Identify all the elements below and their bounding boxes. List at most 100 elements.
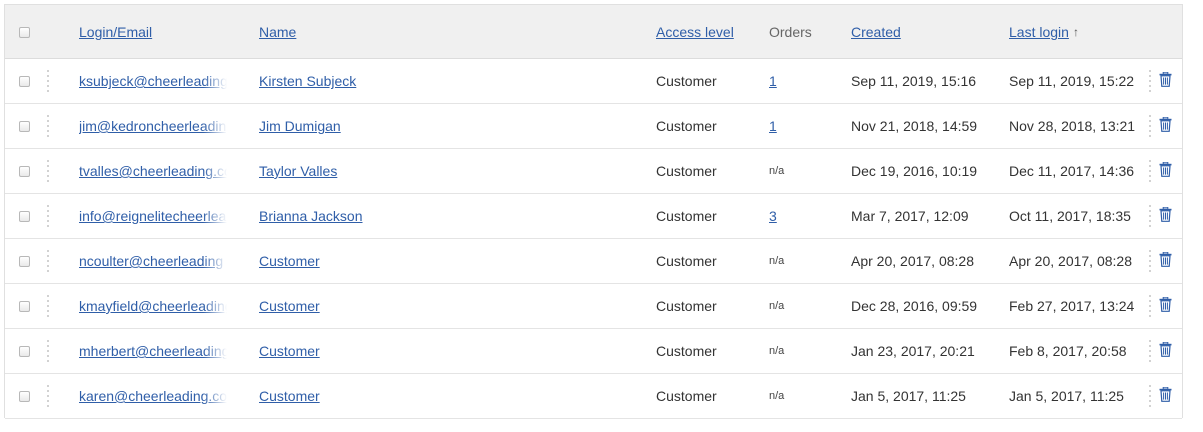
table-row: mherbert@cheerleading Customer Customer n/a… <box>5 329 1182 374</box>
row-checkbox[interactable] <box>19 300 30 312</box>
header-created-label[interactable]: Created <box>851 24 901 40</box>
row-menu-icon[interactable] <box>1148 115 1151 137</box>
header-login-label[interactable]: Login/Email <box>79 24 152 40</box>
name-cell: Customer <box>259 239 320 283</box>
access-level-value: Customer <box>656 253 717 269</box>
orders-link[interactable]: 3 <box>769 208 777 224</box>
row-menu-icon[interactable] <box>1148 295 1151 317</box>
name-link[interactable]: Jim Dumigan <box>259 118 341 134</box>
name-cell: Brianna Jackson <box>259 194 363 238</box>
table-row: ksubjeck@cheerleading Kirsten Subjeck Cust… <box>5 59 1182 104</box>
row-select-cell <box>19 59 30 103</box>
orders-link[interactable]: 1 <box>769 73 777 89</box>
row-handle-cell <box>46 374 49 418</box>
header-name[interactable]: Name <box>259 5 296 59</box>
login-link[interactable]: ksubjeck@cheerleading <box>79 73 227 89</box>
name-link[interactable]: Taylor Valles <box>259 163 337 179</box>
row-menu-icon[interactable] <box>1148 340 1151 362</box>
drag-handle-icon[interactable] <box>46 250 49 272</box>
row-select-cell <box>19 329 30 373</box>
header-last-login[interactable]: Last login ↑ <box>1009 5 1079 59</box>
name-link[interactable]: Customer <box>259 253 320 269</box>
orders-link[interactable]: 1 <box>769 118 777 134</box>
name-link[interactable]: Brianna Jackson <box>259 208 363 224</box>
created-cell: Dec 19, 2016, 10:19 <box>851 149 977 193</box>
created-value: Sep 11, 2019, 15:16 <box>851 73 977 89</box>
trash-icon[interactable] <box>1159 71 1172 90</box>
access-level-cell: Customer <box>656 284 717 328</box>
access-level-value: Customer <box>656 73 717 89</box>
header-access-level-label[interactable]: Access level <box>656 24 734 40</box>
access-level-cell: Customer <box>656 194 717 238</box>
drag-handle-icon[interactable] <box>46 70 49 92</box>
row-checkbox[interactable] <box>19 75 30 87</box>
row-checkbox[interactable] <box>19 120 30 132</box>
delete-cell <box>1159 329 1172 373</box>
login-link[interactable]: kmayfield@cheerleading <box>79 298 227 314</box>
table-header: Login/Email Name Access level Orders Cre… <box>5 5 1182 59</box>
users-table: Login/Email Name Access level Orders Cre… <box>4 4 1183 419</box>
created-value: Mar 7, 2017, 12:09 <box>851 208 969 224</box>
row-actions-handle-cell <box>1148 59 1151 103</box>
row-menu-icon[interactable] <box>1148 385 1151 407</box>
row-menu-icon[interactable] <box>1148 205 1151 227</box>
login-cell: ncoulter@cheerleading <box>79 239 227 283</box>
row-checkbox[interactable] <box>19 255 30 267</box>
last-login-cell: Oct 11, 2017, 18:35 <box>1009 194 1131 238</box>
select-all-cell <box>19 5 30 59</box>
header-name-label[interactable]: Name <box>259 24 296 40</box>
created-cell: Dec 28, 2016, 09:59 <box>851 284 977 328</box>
access-level-value: Customer <box>656 298 717 314</box>
login-link[interactable]: mherbert@cheerleading <box>79 343 227 359</box>
name-cell: Kirsten Subjeck <box>259 59 356 103</box>
select-all-checkbox[interactable] <box>19 26 30 38</box>
name-link[interactable]: Customer <box>259 298 320 314</box>
row-menu-icon[interactable] <box>1148 70 1151 92</box>
trash-icon[interactable] <box>1159 206 1172 225</box>
login-cell: karen@cheerleading.com <box>79 374 227 418</box>
created-value: Jan 23, 2017, 20:21 <box>851 343 975 359</box>
header-access-level[interactable]: Access level <box>656 5 734 59</box>
header-login[interactable]: Login/Email <box>79 5 152 59</box>
trash-icon[interactable] <box>1159 386 1172 405</box>
row-handle-cell <box>46 194 49 238</box>
login-link[interactable]: karen@cheerleading.com <box>79 388 227 404</box>
row-checkbox[interactable] <box>19 345 30 357</box>
row-actions-handle-cell <box>1148 104 1151 148</box>
name-link[interactable]: Kirsten Subjeck <box>259 73 356 89</box>
drag-handle-icon[interactable] <box>46 385 49 407</box>
trash-icon[interactable] <box>1159 161 1172 180</box>
delete-cell <box>1159 104 1172 148</box>
row-checkbox[interactable] <box>19 165 30 177</box>
table-row: ncoulter@cheerleading Customer Customer n/a… <box>5 239 1182 284</box>
header-last-login-label[interactable]: Last login <box>1009 24 1069 40</box>
name-cell: Customer <box>259 329 320 373</box>
row-checkbox[interactable] <box>19 390 30 402</box>
drag-handle-icon[interactable] <box>46 160 49 182</box>
login-link[interactable]: ncoulter@cheerleading <box>79 253 223 269</box>
row-checkbox[interactable] <box>19 210 30 222</box>
trash-icon[interactable] <box>1159 296 1172 315</box>
row-menu-icon[interactable] <box>1148 250 1151 272</box>
last-login-cell: Jan 5, 2017, 11:25 <box>1009 374 1124 418</box>
orders-value: n/a <box>769 255 785 267</box>
name-link[interactable]: Customer <box>259 343 320 359</box>
trash-icon[interactable] <box>1159 341 1172 360</box>
trash-icon[interactable] <box>1159 116 1172 135</box>
row-actions-handle-cell <box>1148 284 1151 328</box>
login-link[interactable]: tvalles@cheerleading.com <box>79 163 227 179</box>
login-link[interactable]: jim@kedroncheerleading <box>79 118 227 134</box>
drag-handle-icon[interactable] <box>46 115 49 137</box>
created-cell: Nov 21, 2018, 14:59 <box>851 104 977 148</box>
login-cell: kmayfield@cheerleading <box>79 284 227 328</box>
drag-handle-icon[interactable] <box>46 205 49 227</box>
row-handle-cell <box>46 239 49 283</box>
header-created[interactable]: Created <box>851 5 901 59</box>
drag-handle-icon[interactable] <box>46 340 49 362</box>
login-link[interactable]: info@reignelitecheerleading <box>79 208 227 224</box>
row-menu-icon[interactable] <box>1148 160 1151 182</box>
created-cell: Jan 23, 2017, 20:21 <box>851 329 975 373</box>
trash-icon[interactable] <box>1159 251 1172 270</box>
drag-handle-icon[interactable] <box>46 295 49 317</box>
name-link[interactable]: Customer <box>259 388 320 404</box>
